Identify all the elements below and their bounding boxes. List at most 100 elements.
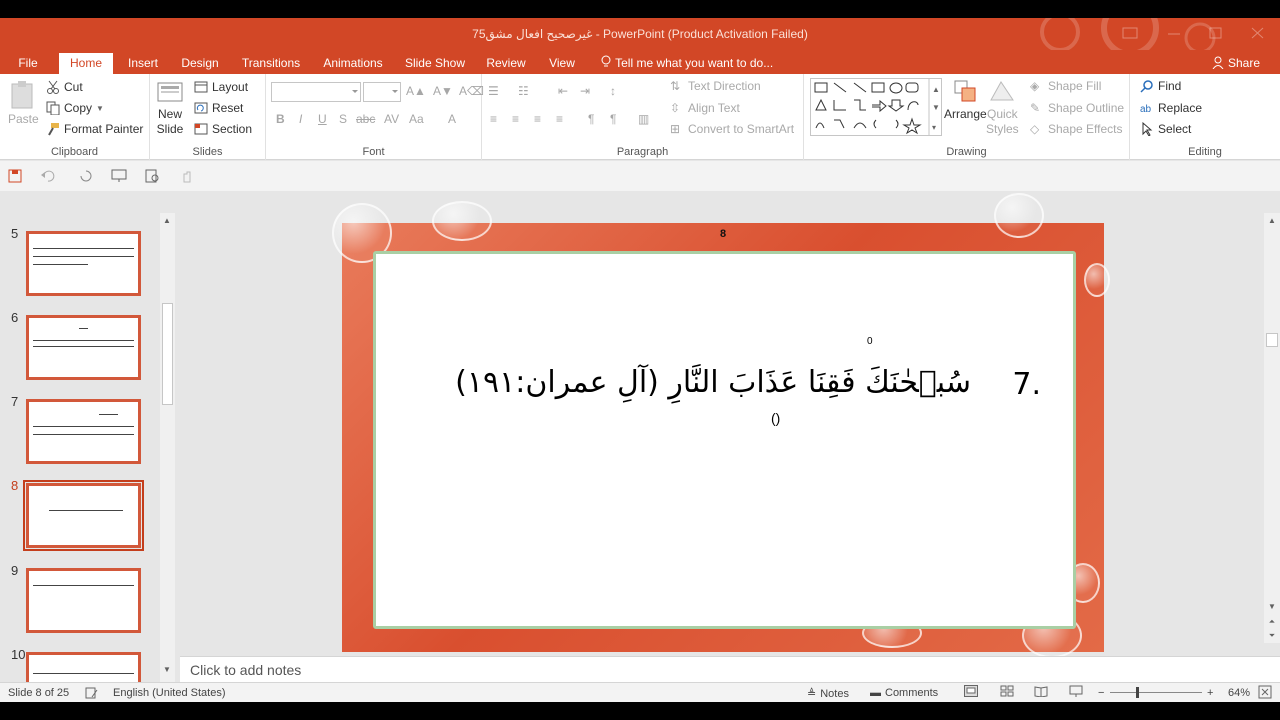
slide-canvas[interactable]: 8 0 سُبۡحٰنَكَ فَقِنَا عَذَابَ النَّارِ … [332, 193, 1110, 658]
tab-insert[interactable]: Insert [123, 53, 163, 74]
change-case-icon[interactable]: Aa [409, 112, 424, 126]
clear-format-icon[interactable]: A⌫ [459, 84, 484, 98]
undo-icon[interactable] [40, 169, 60, 183]
align-center-icon[interactable]: ≡ [512, 112, 519, 126]
slide-thumbnail-9[interactable] [26, 568, 141, 633]
rtl-icon[interactable]: ¶ [588, 112, 594, 126]
save-icon[interactable] [8, 169, 22, 183]
next-slide-icon[interactable]: ⏷ [1267, 631, 1277, 641]
bullets-icon[interactable]: ☰ [488, 84, 499, 98]
convert-smartart-button[interactable]: ⊞ Convert to SmartArt [670, 122, 794, 136]
grow-font-icon[interactable]: A▲ [406, 84, 426, 98]
slide-scroll-down-icon[interactable]: ▼ [1267, 602, 1277, 612]
paste-button[interactable]: Paste [8, 80, 39, 126]
bold-button[interactable]: B [276, 112, 285, 126]
redo-icon[interactable] [78, 169, 94, 183]
previous-slide-icon[interactable]: ⏶ [1267, 617, 1277, 627]
tab-slide-show[interactable]: Slide Show [402, 53, 468, 74]
scroll-up-icon[interactable]: ▲ [162, 216, 172, 226]
slide-thumbnail-5[interactable] [26, 231, 141, 296]
align-right-icon[interactable]: ≡ [534, 112, 541, 126]
layout-button[interactable]: Layout [194, 80, 248, 94]
numbering-icon[interactable]: ☷ [518, 84, 529, 98]
zoom-in-button[interactable]: + [1207, 687, 1213, 699]
zoom-out-button[interactable]: − [1098, 687, 1104, 699]
content-placeholder[interactable]: 0 سُبۡحٰنَكَ فَقِنَا عَذَابَ النَّارِ (آ… [373, 251, 1076, 629]
slide-thumbnail-6[interactable] [26, 315, 141, 380]
text-direction-button[interactable]: ⇅ Text Direction [670, 79, 761, 93]
cut-button[interactable]: Cut [46, 80, 83, 94]
presentation-icon[interactable] [110, 169, 128, 183]
quick-styles-button[interactable]: Quick Styles [986, 78, 1019, 136]
columns-icon[interactable]: ▥ [638, 112, 649, 126]
font-size-combo[interactable] [363, 82, 401, 102]
format-painter-button[interactable]: Format Painter [46, 122, 143, 136]
tab-design[interactable]: Design [176, 53, 224, 74]
slide-scroll-up-icon[interactable]: ▲ [1267, 216, 1277, 226]
notes-toggle[interactable]: ≜ Notes [807, 687, 849, 701]
line-spacing-icon[interactable]: ↕ [610, 84, 616, 98]
underline-button[interactable]: U [318, 112, 327, 126]
print-preview-icon[interactable] [145, 169, 161, 183]
align-text-button[interactable]: ⇳ Align Text [670, 101, 740, 115]
comments-toggle[interactable]: ▬ Comments [870, 687, 938, 699]
tab-animations[interactable]: Animations [317, 53, 389, 74]
ribbon-display-icon[interactable] [1120, 24, 1140, 42]
shape-fill-label: Shape Fill [1048, 79, 1102, 93]
notes-pane[interactable]: Click to add notes [180, 656, 1280, 682]
shadow-button[interactable]: S [339, 112, 347, 126]
normal-view-button[interactable] [964, 685, 978, 697]
zoom-slider-thumb[interactable] [1136, 687, 1139, 698]
slideshow-button[interactable] [1069, 685, 1083, 697]
strikethrough-button[interactable]: abc [356, 112, 375, 126]
share-button[interactable]: Share [1212, 53, 1260, 74]
tab-review[interactable]: Review [481, 53, 531, 74]
char-spacing-icon[interactable]: AV [384, 112, 399, 126]
tab-home[interactable]: Home [59, 53, 114, 74]
increase-indent-icon[interactable]: ⇥ [580, 84, 590, 98]
arrange-button[interactable]: Arrange [944, 78, 987, 121]
slide-sorter-button[interactable] [1000, 685, 1014, 697]
shape-effects-button[interactable]: ◇ Shape Effects [1030, 122, 1123, 136]
shrink-font-icon[interactable]: A▼ [433, 84, 453, 98]
justify-icon[interactable]: ≡ [556, 112, 563, 126]
touch-mode-icon[interactable] [180, 169, 200, 183]
replace-button[interactable]: ab Replace [1140, 101, 1202, 115]
scroll-down-icon[interactable]: ▼ [162, 665, 172, 675]
tell-me-box[interactable]: Tell me what you want to do... [600, 53, 773, 74]
maximize-icon[interactable] [1206, 24, 1226, 42]
decrease-indent-icon[interactable]: ⇤ [558, 84, 568, 98]
slide-scroll-thumb[interactable] [1266, 333, 1278, 347]
select-button[interactable]: Select [1140, 122, 1191, 136]
new-slide-button[interactable]: New Slide [156, 80, 184, 136]
tab-view[interactable]: View [544, 53, 580, 74]
language-indicator[interactable]: English (United States) [113, 687, 226, 699]
find-button[interactable]: Find [1140, 79, 1181, 93]
thumbnail-scroll-thumb[interactable] [162, 303, 173, 405]
shape-fill-button[interactable]: ◈ Shape Fill [1030, 79, 1101, 93]
italic-button[interactable]: I [299, 112, 302, 126]
minimize-icon[interactable] [1164, 24, 1184, 42]
slide-scrollbar[interactable]: ▲ ▼ ⏶ ⏷ [1264, 213, 1280, 643]
ltr-icon[interactable]: ¶ [610, 112, 616, 126]
font-name-combo[interactable] [271, 82, 361, 102]
section-button[interactable]: Section [194, 122, 252, 136]
tab-transitions[interactable]: Transitions [238, 53, 304, 74]
thumbnail-scrollbar[interactable]: ▲ ▼ [160, 213, 175, 683]
close-icon[interactable] [1248, 24, 1268, 42]
tab-file[interactable]: File [8, 53, 48, 74]
slide-thumbnail-7[interactable] [26, 399, 141, 464]
reset-button[interactable]: Reset [194, 101, 243, 115]
slide-thumbnail-8[interactable] [26, 483, 141, 548]
reading-view-button[interactable] [1034, 685, 1048, 697]
shape-outline-button[interactable]: ✎ Shape Outline [1030, 101, 1124, 115]
copy-button[interactable]: Copy ▼ [46, 101, 104, 115]
spelling-icon[interactable] [85, 687, 99, 699]
zoom-slider[interactable] [1110, 692, 1202, 693]
copy-label: Copy [64, 101, 93, 115]
zoom-level[interactable]: 64% [1228, 687, 1250, 699]
fit-to-window-button[interactable] [1258, 685, 1272, 699]
shapes-gallery[interactable]: ▲ ▼ ▾ [810, 78, 942, 136]
align-left-icon[interactable]: ≡ [490, 112, 497, 126]
font-color-button[interactable]: A [448, 112, 456, 126]
